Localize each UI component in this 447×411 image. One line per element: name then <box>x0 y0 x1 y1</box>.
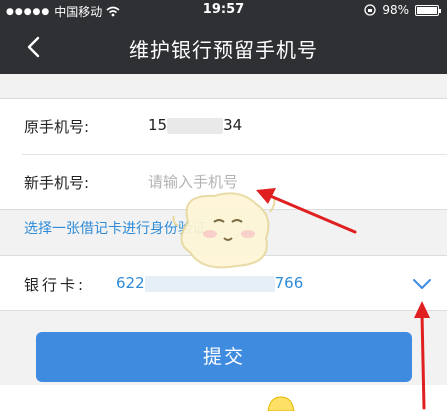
emoji-icon <box>267 396 295 411</box>
masked-card-digits <box>144 275 275 292</box>
bank-card-number: 622 766 <box>116 274 303 292</box>
status-bar: ●●●●● 中国移动 19:57 98% <box>0 0 447 20</box>
chevron-down-icon[interactable] <box>413 278 431 290</box>
select-debit-card-link[interactable]: 选择一张借记卡进行身份验证 <box>24 218 206 238</box>
bank-card-label: 银行卡: <box>24 276 87 294</box>
bank-card-row[interactable]: 银行卡: 622 766 <box>0 255 447 311</box>
page-title: 维护银行预留手机号 <box>129 38 318 62</box>
battery-icon <box>415 4 441 16</box>
original-phone-row: 原手机号: 15 34 <box>0 99 447 155</box>
navigation-bar: 维护银行预留手机号 <box>0 20 447 74</box>
original-phone-suffix: 34 <box>223 116 243 134</box>
phone-form-card: 原手机号: 15 34 新手机号: <box>0 98 447 210</box>
original-phone-value: 15 34 <box>148 116 242 134</box>
masked-digits <box>167 117 224 134</box>
original-phone-label: 原手机号: <box>24 118 90 136</box>
status-right: 98% <box>364 3 441 17</box>
battery-percent: 98% <box>382 3 409 17</box>
bank-card-prefix: 622 <box>116 274 145 292</box>
bank-card-suffix: 766 <box>274 274 304 292</box>
original-phone-prefix: 15 <box>148 116 168 134</box>
submit-button[interactable]: 提交 <box>36 332 412 382</box>
spacer <box>0 74 447 98</box>
rotation-lock-icon <box>364 4 376 16</box>
bottom-area <box>0 385 447 411</box>
new-phone-input[interactable] <box>148 167 368 197</box>
new-phone-row: 新手机号: <box>0 155 447 210</box>
new-phone-label: 新手机号: <box>24 174 90 192</box>
